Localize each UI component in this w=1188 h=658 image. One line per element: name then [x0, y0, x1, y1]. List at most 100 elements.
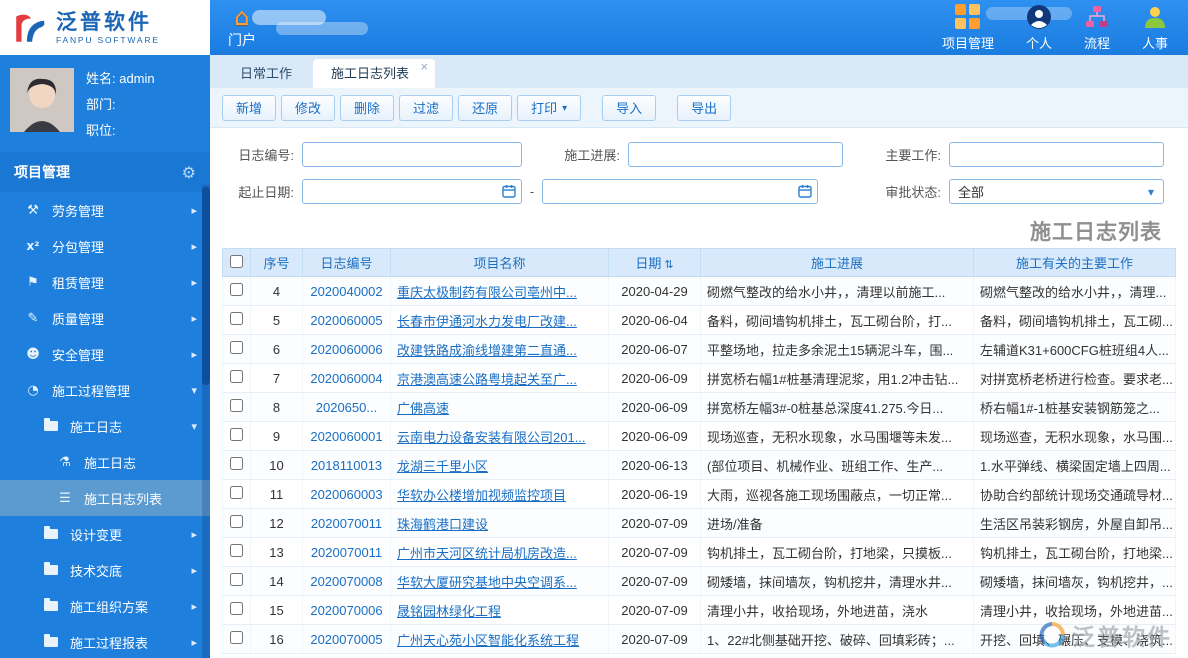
- row-project-link[interactable]: 长春市伊通河水力发电厂改建...: [397, 314, 577, 329]
- row-log-no-link[interactable]: 2020070008: [310, 574, 382, 589]
- main-work-input[interactable]: [949, 142, 1164, 167]
- calendar-icon[interactable]: [502, 184, 516, 198]
- brand-logo[interactable]: 泛普软件 FANPU SOFTWARE: [0, 0, 210, 55]
- table-row[interactable]: 9 2020060001 云南电力设备安装有限公司201... 2020-06-…: [223, 422, 1176, 451]
- table-row[interactable]: 15 2020070006 晟铭园林绿化工程 2020-07-09 清理小井，收…: [223, 596, 1176, 625]
- row-log-no-link[interactable]: 2018110013: [311, 458, 382, 473]
- sidebar-item-construction-log-list[interactable]: 施工日志列表: [0, 480, 210, 516]
- row-project-link[interactable]: 珠海鹤港口建设: [397, 517, 488, 532]
- row-log-no-link[interactable]: 2020070011: [311, 545, 382, 560]
- row-project-link[interactable]: 华软大厦研究基地中央空调系...: [397, 575, 577, 590]
- row-checkbox[interactable]: [230, 283, 243, 296]
- row-log-no-link[interactable]: 2020070005: [310, 632, 382, 647]
- row-project-link[interactable]: 京港澳高速公路粤境起关至广...: [397, 372, 577, 387]
- row-checkbox[interactable]: [230, 312, 243, 325]
- table-row[interactable]: 7 2020060004 京港澳高速公路粤境起关至广... 2020-06-09…: [223, 364, 1176, 393]
- sidebar-scrollbar[interactable]: [202, 185, 210, 658]
- sort-icon[interactable]: [664, 257, 673, 272]
- import-button[interactable]: 导入: [602, 95, 656, 121]
- row-log-no-link[interactable]: 2020060001: [310, 429, 382, 444]
- sidebar-item-construction-log-folder[interactable]: 施工日志: [0, 408, 210, 444]
- log-no-input[interactable]: [302, 142, 522, 167]
- table-row[interactable]: 8 2020650... 广佛高速 2020-06-09 拼宽桥左幅3#-0桩基…: [223, 393, 1176, 422]
- row-checkbox[interactable]: [230, 573, 243, 586]
- sidebar-item-safety[interactable]: 安全管理: [0, 336, 210, 372]
- row-checkbox[interactable]: [230, 341, 243, 354]
- row-log-no-link[interactable]: 2020040002: [310, 284, 382, 299]
- nav-item-project-management[interactable]: 项目管理: [942, 3, 994, 52]
- col-work[interactable]: 施工有关的主要工作: [974, 249, 1176, 277]
- row-project-link[interactable]: 广州市天河区统计局机房改造...: [397, 546, 577, 561]
- row-checkbox[interactable]: [230, 370, 243, 383]
- sidebar-item-construction-process[interactable]: 施工过程管理: [0, 372, 210, 408]
- date-to-input[interactable]: [542, 179, 818, 204]
- row-log-no-link[interactable]: 2020060004: [310, 371, 382, 386]
- progress-input[interactable]: [628, 142, 843, 167]
- close-icon[interactable]: [420, 59, 428, 75]
- row-project-link[interactable]: 改建铁路成渝线增建第二直通...: [397, 343, 577, 358]
- avatar[interactable]: [10, 68, 74, 132]
- row-checkbox[interactable]: [230, 631, 243, 644]
- row-project-link[interactable]: 龙湖三千里小区: [397, 459, 488, 474]
- table-row[interactable]: 11 2020060003 华软办公楼增加视频监控项目 2020-06-19 大…: [223, 480, 1176, 509]
- table-row[interactable]: 6 2020060006 改建铁路成渝线增建第二直通... 2020-06-07…: [223, 335, 1176, 364]
- col-log-no[interactable]: 日志编号: [303, 249, 391, 277]
- row-checkbox[interactable]: [230, 428, 243, 441]
- sidebar-item-org-plan[interactable]: 施工组织方案: [0, 588, 210, 624]
- table-row[interactable]: 14 2020070008 华软大厦研究基地中央空调系... 2020-07-0…: [223, 567, 1176, 596]
- sidebar-item-labor[interactable]: 劳务管理: [0, 192, 210, 228]
- nav-item-personal[interactable]: 个人: [1026, 3, 1052, 52]
- sidebar-item-construction-log[interactable]: 施工日志: [0, 444, 210, 480]
- row-checkbox[interactable]: [230, 602, 243, 615]
- row-checkbox[interactable]: [230, 457, 243, 470]
- col-progress[interactable]: 施工进展: [701, 249, 974, 277]
- add-button[interactable]: 新增: [222, 95, 276, 121]
- row-checkbox[interactable]: [230, 515, 243, 528]
- row-project-link[interactable]: 云南电力设备安装有限公司201...: [397, 430, 586, 445]
- row-project-link[interactable]: 广州天心苑小区智能化系统工程: [397, 633, 579, 648]
- edit-button[interactable]: 修改: [281, 95, 335, 121]
- row-log-no-link[interactable]: 2020060005: [310, 313, 382, 328]
- delete-button[interactable]: 删除: [340, 95, 394, 121]
- col-project[interactable]: 项目名称: [391, 249, 609, 277]
- sidebar-item-quality[interactable]: 质量管理: [0, 300, 210, 336]
- nav-portal[interactable]: 门户: [228, 0, 256, 55]
- select-all-checkbox[interactable]: [230, 255, 243, 268]
- print-button[interactable]: 打印: [517, 95, 581, 121]
- date-from-input[interactable]: [302, 179, 522, 204]
- restore-button[interactable]: 还原: [458, 95, 512, 121]
- table-row[interactable]: 12 2020070011 珠海鹤港口建设 2020-07-09 进场/准备 生…: [223, 509, 1176, 538]
- row-project-link[interactable]: 广佛高速: [397, 401, 449, 416]
- row-log-no-link[interactable]: 2020650...: [316, 400, 377, 415]
- table-row[interactable]: 13 2020070011 广州市天河区统计局机房改造... 2020-07-0…: [223, 538, 1176, 567]
- row-log-no-link[interactable]: 2020060006: [310, 342, 382, 357]
- table-row[interactable]: 10 2018110013 龙湖三千里小区 2020-06-13 (部位项目、机…: [223, 451, 1176, 480]
- col-seq[interactable]: 序号: [251, 249, 303, 277]
- sidebar-item-tech-disclosure[interactable]: 技术交底: [0, 552, 210, 588]
- gear-icon[interactable]: [182, 163, 196, 182]
- approval-status-select[interactable]: 全部: [949, 179, 1164, 204]
- table-row[interactable]: 5 2020060005 长春市伊通河水力发电厂改建... 2020-06-04…: [223, 306, 1176, 335]
- row-checkbox[interactable]: [230, 486, 243, 499]
- table-row[interactable]: 4 2020040002 重庆太极制药有限公司亳州中... 2020-04-29…: [223, 277, 1176, 306]
- nav-item-hr[interactable]: 人事: [1142, 3, 1168, 52]
- row-log-no-link[interactable]: 2020070011: [311, 516, 382, 531]
- table-row[interactable]: 16 2020070005 广州天心苑小区智能化系统工程 2020-07-09 …: [223, 625, 1176, 654]
- sidebar-item-design-change[interactable]: 设计变更: [0, 516, 210, 552]
- sidebar-item-subcontract[interactable]: 分包管理: [0, 228, 210, 264]
- tab-construction-log-list[interactable]: 施工日志列表: [313, 59, 435, 88]
- row-project-link[interactable]: 华软办公楼增加视频监控项目: [397, 488, 566, 503]
- calendar-icon[interactable]: [798, 184, 812, 198]
- row-log-no-link[interactable]: 2020070006: [310, 603, 382, 618]
- export-button[interactable]: 导出: [677, 95, 731, 121]
- row-checkbox[interactable]: [230, 399, 243, 412]
- sidebar-scrollbar-thumb[interactable]: [202, 187, 210, 385]
- row-project-link[interactable]: 重庆太极制药有限公司亳州中...: [397, 285, 577, 300]
- row-project-link[interactable]: 晟铭园林绿化工程: [397, 604, 501, 619]
- nav-item-workflow[interactable]: 流程: [1084, 3, 1110, 52]
- col-date[interactable]: 日期: [609, 249, 701, 277]
- tab-daily-work[interactable]: 日常工作: [222, 59, 310, 88]
- sidebar-item-lease[interactable]: 租赁管理: [0, 264, 210, 300]
- row-checkbox[interactable]: [230, 544, 243, 557]
- row-log-no-link[interactable]: 2020060003: [310, 487, 382, 502]
